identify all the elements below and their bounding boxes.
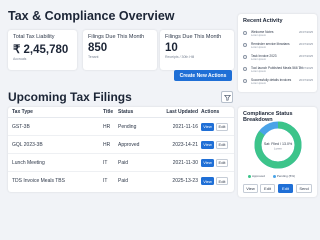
activity-item[interactable]: Task Invoice 2023 20/07/2025 Lorem ipsum [243,54,313,64]
view-button[interactable]: View [201,122,214,131]
stat-label: Total Tax Liability [13,34,55,40]
stat-value: ₹ 2,45,780 [13,44,69,56]
status-send-button[interactable]: Send [296,184,312,193]
cell-tax-type: TDS Invoice Meals TBS [12,178,65,184]
edit-button[interactable]: Edit [216,140,228,149]
donut-center-text: Sat: Filed / 13.0% [264,142,293,146]
view-button[interactable]: View [201,158,214,167]
activity-time: 20/07/2025 [299,66,313,70]
stat-value: 850 [88,42,108,54]
activity-item[interactable]: Reminder service librarians 20/07/2025 L… [243,42,313,52]
cell-title: IT [103,178,108,184]
header-title: Title [103,109,114,115]
activity-item[interactable]: Welcome Notes 20/07/2025 Lorem ipsum [243,30,313,40]
recent-activity-panel: Recent Activity Welcome Notes 20/07/2025… [238,14,317,92]
stat-label: Filings Due This Month [88,34,145,40]
cell-status: Pending [118,123,137,130]
activity-dot-icon [243,79,247,83]
legend-item-pending: Pending (5%) [272,174,296,178]
activity-item[interactable]: Tool launch Published Meals 566 TN 20/07… [243,66,313,76]
status-legend: Approved Pending (5%) [248,174,295,178]
activity-sub: Lorem ipsum [251,46,266,49]
section-title: Upcoming Tax Filings [8,90,132,104]
activity-item[interactable]: Successfully details invoices 20/07/2025… [243,78,313,88]
view-button[interactable]: View [201,140,214,149]
cell-title: HR [103,123,111,130]
table-row: Lunch Meeting IT Paid 2021-11-30 View Ed… [8,154,234,172]
recent-activity-title: Recent Activity [243,18,283,24]
status-donut-chart: Sat: Filed / 13.0% Lorem [254,121,302,169]
cell-last-updated: 2021-11-16 [172,123,198,130]
legend-label: Pending (5%) [276,174,296,178]
cell-tax-type: GQL 2023-3B [12,141,43,148]
activity-dot-icon [243,55,247,59]
legend-dot-icon [272,174,276,178]
cell-last-updated: 2025-13-23 [172,178,198,184]
page-title: Tax & Compliance Overview [8,9,175,23]
activity-dot-icon [243,31,247,35]
donut-center-sub: Lorem [274,147,283,151]
header-tax-type: Tax Type [12,109,33,115]
cell-tax-type: Lunch Meeting [12,159,45,166]
cell-title: HR [103,141,111,148]
legend-dot-icon [248,174,251,178]
cell-title: IT [103,159,108,166]
table-row: TDS Invoice Meals TBS IT Paid 2025-13-23… [8,172,234,190]
cell-last-updated: 2023-14-21 [172,141,198,148]
cell-status: Approved [118,141,140,148]
activity-sub: Lorem ipsum [251,70,266,73]
create-new-actions-button[interactable]: Create New Actions [174,70,232,81]
edit-button[interactable]: Edit [216,158,228,167]
stat-sub: Receipts / 30th Hill [165,55,195,59]
stat-value: 10 [165,42,178,54]
activity-time: 20/07/2025 [299,54,313,58]
table-row: GQL 2023-3B HR Approved 2023-14-21 View … [8,136,234,154]
activity-dot-icon [243,67,247,71]
cell-tax-type: GST-3B [12,123,30,130]
edit-button[interactable]: Edit [216,177,228,185]
activity-dot-icon [243,43,247,47]
stat-label: Filings Due This Month [165,34,222,40]
header-last-updated: Last Updated [166,109,198,115]
stat-card-filings-due: Filings Due This Month 850 Tenant [83,30,157,70]
table-header: Tax Type Title Status Last Updated Actio… [8,107,234,118]
table-row: GST-3B HR Pending 2021-11-16 View Edit [8,118,234,136]
stat-card-filings-due-2: Filings Due This Month 10 Receipts / 30t… [160,30,234,70]
header-status: Status [118,109,134,115]
filter-icon-glyph [223,94,231,101]
filter-icon[interactable] [221,91,233,103]
header-actions: Actions [201,109,220,115]
tax-filings-table: Tax Type Title Status Last Updated Actio… [8,107,234,192]
activity-sub: Lorem ipsum [251,58,266,61]
activity-time: 20/07/2025 [299,78,313,82]
stat-sub: Tenant [88,55,99,59]
compliance-status-panel: Compliance Status Breakdown Sat: Filed /… [238,107,317,197]
activity-sub: Lorem ipsum [251,82,266,85]
legend-item-approved: Approved [248,174,265,178]
cell-last-updated: 2021-11-30 [172,159,198,166]
stat-sub: Accruals [13,57,27,61]
activity-sub: Lorem ipsum [251,34,266,37]
stat-card-total-liability: Total Tax Liability ₹ 2,45,780 Accruals [8,30,77,70]
status-edit-primary-button[interactable]: Edit [278,184,293,193]
activity-time: 20/07/2025 [299,30,313,34]
activity-time: 20/07/2025 [299,42,313,46]
status-edit-button[interactable]: Edit [260,184,275,193]
cell-status: Paid [118,178,129,184]
view-button[interactable]: View [201,177,214,185]
status-view-button[interactable]: View [243,184,258,193]
legend-label: Approved [252,174,265,178]
cell-status: Paid [118,159,129,166]
edit-button[interactable]: Edit [216,122,228,131]
